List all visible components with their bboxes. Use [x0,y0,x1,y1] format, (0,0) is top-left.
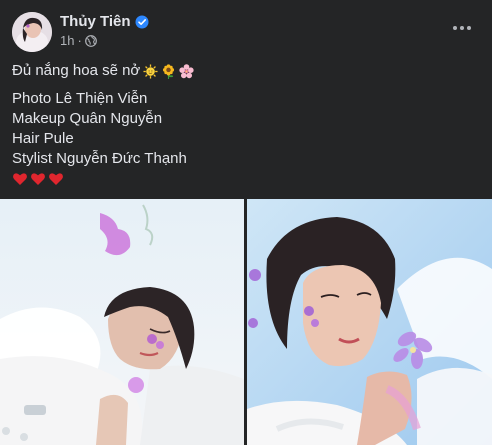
cherry-blossom-icon [179,63,194,79]
post-header: Thủy Tiên 1h · [12,12,480,52]
post-time[interactable]: 1h [60,33,74,48]
post-caption: Đủ nắng hoa sẽ nở [12,61,480,81]
credit-line: Makeup Quân Nguyễn [12,110,163,127]
heart-icon [30,171,46,187]
heart-icon [48,171,64,187]
heart-emojis [12,171,480,187]
author-name[interactable]: Thủy Tiên [60,13,131,30]
sun-with-face-icon [143,63,158,79]
post-credits: Photo Lê Thiện Viễn Makeup Quân Nguyễn H… [12,89,480,169]
more-options-icon [453,26,457,30]
sunflower-icon [161,63,176,79]
credit-line: Photo Lê Thiện Viễn [12,90,148,107]
facebook-post: Thủy Tiên 1h · Đủ nắng hoa sẽ nở Photo L… [0,0,492,445]
post-meta: 1h · [60,33,97,48]
credit-line: Hair Pule [12,130,74,147]
more-options-icon [460,26,464,30]
caption-text: Đủ nắng hoa sẽ nở [12,62,141,79]
verified-badge-icon [135,15,149,29]
globe-icon[interactable] [84,34,97,47]
post-photo-left[interactable] [0,199,244,445]
more-options-button[interactable] [446,16,478,40]
meta-separator: · [77,33,82,48]
more-options-icon [467,26,471,30]
post-text: Đủ nắng hoa sẽ nở Photo Lê Thiện Viễn Ma… [12,61,480,187]
post-photo-right[interactable] [247,199,492,445]
credit-line: Stylist Nguyễn Đức Thạnh [12,150,187,167]
heart-icon [12,171,28,187]
author-name-row: Thủy Tiên [60,13,149,30]
photo-grid [0,199,492,445]
author-avatar[interactable] [12,12,52,52]
